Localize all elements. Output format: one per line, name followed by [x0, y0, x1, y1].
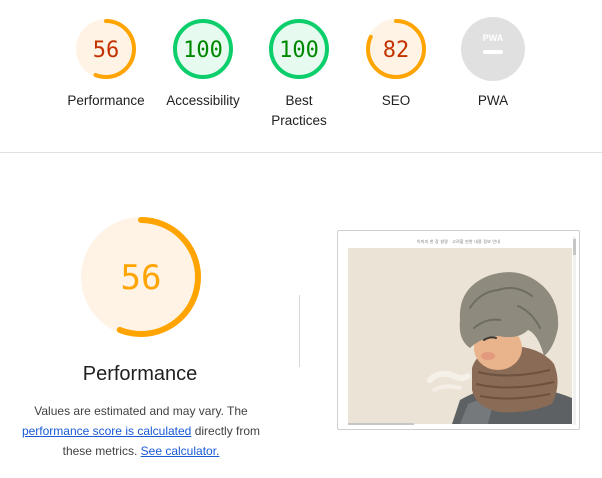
vertical-divider	[299, 295, 300, 367]
gauge-seo-label: SEO	[381, 93, 411, 108]
gauge-seo[interactable]: 82 SEO	[341, 16, 451, 111]
gauge-performance-score: 56	[93, 38, 120, 63]
category-gauges: 56 Performance 100 Accessibility 100 Bes…	[0, 0, 602, 152]
gauge-accessibility-label: Accessibility	[166, 93, 240, 108]
gauge-best-practices-score: 100	[279, 38, 319, 63]
performance-title: Performance	[82, 363, 198, 385]
gauge-accessibility-score: 100	[183, 38, 223, 63]
gauge-seo-ring: 82	[366, 19, 426, 79]
pwa-badge-text: PWA	[483, 33, 504, 43]
gauge-best-practices-label: Best Practices	[271, 93, 327, 128]
performance-description: Values are estimated and may vary. The p…	[10, 401, 272, 461]
final-screenshot[interactable]: 이미지 한 장 설명 · 고려할 만한 내용 정보 안내	[337, 230, 580, 430]
gauge-pwa-label: PWA	[477, 93, 509, 108]
performance-gauge-ring: 56	[81, 217, 201, 337]
gauge-seo-score: 82	[383, 38, 410, 63]
screenshot-horizontal-scrollbar[interactable]	[348, 423, 414, 425]
see-calculator-link[interactable]: See calculator.	[141, 444, 220, 458]
gauge-best-practices-ring: 100	[269, 19, 329, 79]
performance-score-link[interactable]: performance score is calculated	[22, 424, 191, 438]
pwa-badge-icon: PWA	[461, 17, 525, 81]
performance-gauge-large: 56	[79, 215, 203, 344]
screenshot-vertical-scrollbar[interactable]	[573, 237, 576, 425]
illustration-image	[348, 248, 572, 424]
gauge-accessibility-ring: 100	[173, 19, 233, 79]
gauge-performance[interactable]: 56 Performance	[51, 16, 161, 111]
section-divider	[0, 152, 602, 153]
performance-desc-text-2: directly from	[194, 424, 261, 438]
gauge-best-practices[interactable]: 100 Best Practices	[244, 16, 354, 131]
performance-desc-text-3: these metrics.	[62, 444, 138, 458]
screenshot-caption: 이미지 한 장 설명 · 고려할 만한 내용 정보 안내	[416, 239, 501, 244]
gauge-pwa[interactable]: PWA PWA	[438, 16, 548, 111]
performance-score-large: 56	[121, 258, 162, 298]
gauge-performance-label: Performance	[67, 93, 145, 108]
performance-desc-text-1: Values are estimated and may vary. The	[34, 404, 248, 418]
gauge-accessibility[interactable]: 100 Accessibility	[148, 16, 258, 111]
gauge-performance-ring: 56	[76, 19, 136, 79]
screenshot-scroll-thumb[interactable]	[573, 239, 576, 255]
screenshot-illustration	[348, 248, 572, 424]
